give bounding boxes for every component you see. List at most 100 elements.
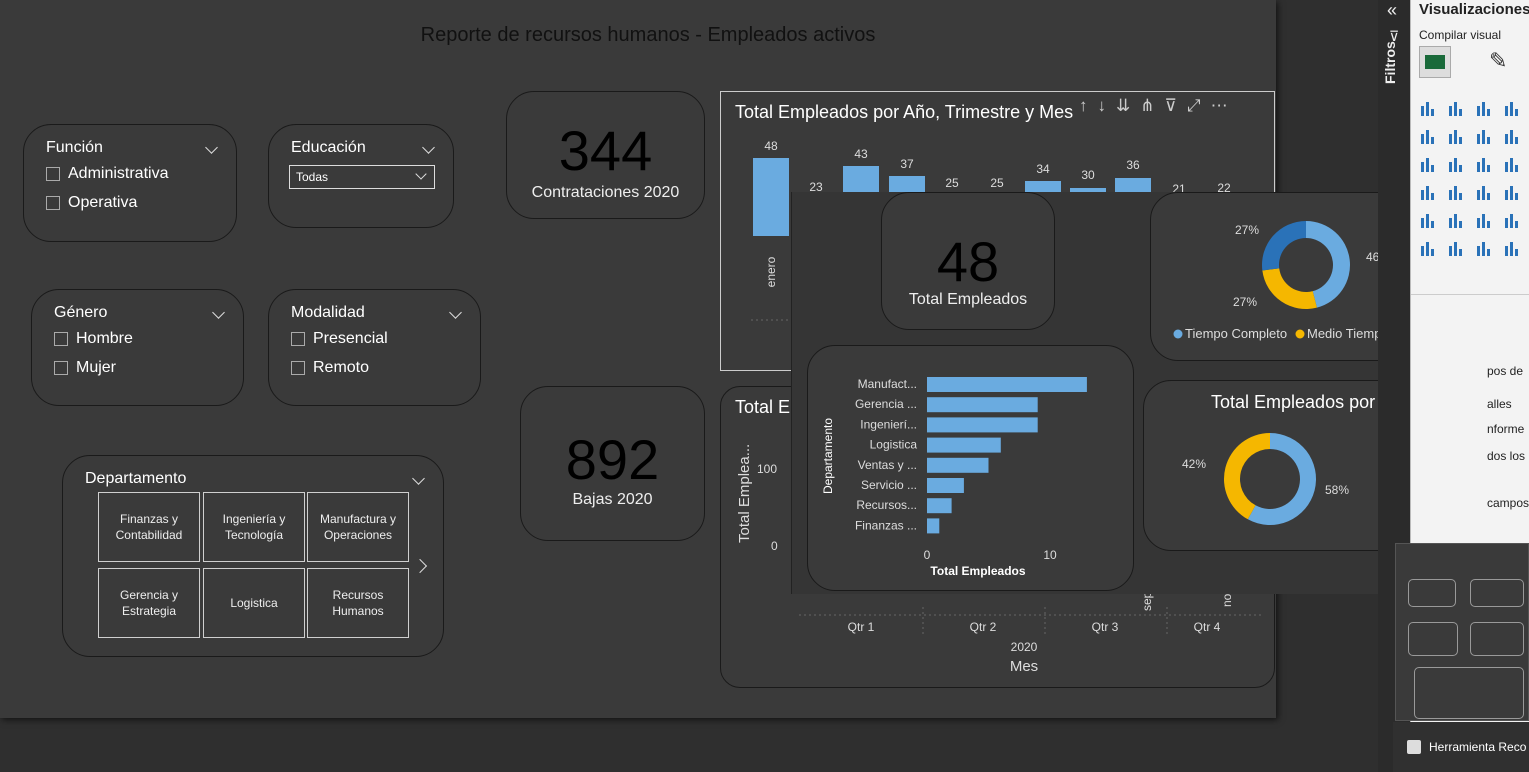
visual-type-grid	[1419, 100, 1529, 290]
chevron-down-icon[interactable]	[449, 306, 462, 319]
genero-slicer[interactable]: Género Hombre Mujer	[31, 289, 244, 406]
legend-label: Medio Tiempo	[1307, 326, 1389, 341]
legend-label: Tiempo Completo	[1185, 326, 1287, 341]
filters-label[interactable]: Filtros	[1382, 41, 1398, 84]
kpi-bajas: 892 Bajas 2020	[520, 386, 705, 541]
axis-label: Total Empleados	[930, 564, 1025, 578]
snipping-tool-icon	[1407, 740, 1421, 754]
treemap-icon[interactable]	[1475, 184, 1493, 202]
ribbon-chart-icon[interactable]	[1503, 128, 1521, 146]
map-icon[interactable]	[1503, 184, 1521, 202]
bar	[927, 437, 1001, 453]
bar	[927, 417, 1038, 433]
table-icon[interactable]	[1503, 212, 1521, 230]
chevron-down-icon[interactable]	[412, 472, 425, 485]
chevron-right-icon[interactable]	[412, 558, 428, 574]
donut-icon[interactable]	[1447, 184, 1465, 202]
tick-label: 2020	[1011, 640, 1038, 654]
bar	[753, 158, 789, 236]
slice	[1224, 433, 1270, 520]
dept-tile[interactable]: Ingeniería y Tecnología	[203, 492, 305, 562]
category-label: Servicio ...	[861, 478, 917, 492]
dept-tile[interactable]: Manufactura y Operaciones	[307, 492, 409, 562]
build-visual-label: Compilar visual	[1419, 28, 1502, 42]
legend-marker	[1295, 329, 1305, 339]
tick-label: 10	[1043, 548, 1057, 562]
dept-tile[interactable]: Gerencia y Estrategia	[98, 568, 200, 638]
category-label: Ingenierí...	[860, 417, 917, 431]
dept-tile[interactable]: Finanzas y Contabilidad	[98, 492, 200, 562]
kpi-icon[interactable]	[1475, 212, 1493, 230]
waterfall-icon[interactable]	[1447, 156, 1465, 174]
gauge-icon[interactable]	[1419, 212, 1437, 230]
educacion-dropdown[interactable]: Todas	[289, 165, 435, 189]
tick-label: Qtr 3	[1092, 620, 1119, 634]
build-visual-icon[interactable]	[1419, 46, 1451, 78]
format-visual-icon[interactable]: ✎	[1489, 48, 1507, 74]
checkbox[interactable]	[54, 332, 68, 346]
chevron-down-icon[interactable]	[422, 141, 435, 154]
data-label: 30	[1081, 168, 1095, 182]
checkbox[interactable]	[291, 361, 305, 375]
kpi-contrataciones: 344 Contrataciones 2020	[506, 91, 705, 219]
scatter-icon[interactable]	[1503, 156, 1521, 174]
chevron-down-icon	[415, 168, 427, 180]
tick-label: Qtr 4	[1194, 620, 1221, 634]
checkbox[interactable]	[46, 196, 60, 210]
area-chart-icon[interactable]	[1447, 128, 1465, 146]
kpi-label: Total Empleados	[908, 291, 1028, 308]
card-icon[interactable]	[1447, 212, 1465, 230]
data-label: 42%	[1182, 457, 1206, 471]
slicer-option[interactable]: Remoto	[291, 359, 369, 377]
legend-marker	[1173, 329, 1183, 339]
pane-text: campos	[1487, 496, 1529, 510]
taskbar-snipping-tool[interactable]: Herramienta Reco	[1393, 722, 1529, 772]
data-label: 58%	[1325, 483, 1349, 497]
data-label: 25	[945, 176, 959, 190]
slicer-option[interactable]: Operativa	[46, 194, 137, 212]
stacked-column-icon[interactable]	[1447, 100, 1465, 118]
slicer-option[interactable]: Mujer	[54, 359, 116, 377]
modalidad-slicer[interactable]: Modalidad Presencial Remoto	[268, 289, 481, 406]
clustered-bar-icon[interactable]	[1475, 100, 1493, 118]
chevron-down-icon[interactable]	[205, 141, 218, 154]
slicer-option[interactable]: Administrativa	[46, 165, 168, 183]
bar	[927, 377, 1087, 392]
collapse-icon[interactable]: «	[1387, 0, 1397, 21]
line-column-icon[interactable]	[1419, 156, 1437, 174]
pie-icon[interactable]	[1419, 184, 1437, 202]
dept-tile[interactable]: Logistica	[203, 568, 305, 638]
slicer-icon[interactable]	[1447, 240, 1465, 258]
checkbox[interactable]	[54, 361, 68, 375]
bar	[927, 397, 1038, 413]
matrix-icon[interactable]	[1419, 240, 1437, 258]
more-visuals-icon[interactable]	[1503, 240, 1521, 258]
qa-icon[interactable]	[1475, 240, 1493, 258]
checkbox[interactable]	[46, 167, 60, 181]
page-thumbnail[interactable]	[1395, 543, 1529, 721]
departamento-slicer[interactable]: Departamento Finanzas y Contabilidad Ing…	[62, 455, 444, 657]
slicer-option[interactable]: Presencial	[291, 330, 388, 348]
slicer-title: Género	[54, 304, 108, 321]
chevron-down-icon[interactable]	[212, 306, 225, 319]
stacked-bar-icon[interactable]	[1419, 100, 1437, 118]
dept-bar-card[interactable]: Manufact... Gerencia ... Ingenierí... Logis…	[807, 345, 1134, 591]
pane-text: pos de	[1487, 364, 1524, 378]
kpi-label: Bajas 2020	[572, 491, 653, 508]
clustered-column-icon[interactable]	[1503, 100, 1521, 118]
category-label: Ventas y ...	[858, 458, 917, 472]
checkbox[interactable]	[291, 332, 305, 346]
line-chart-icon[interactable]	[1419, 128, 1437, 146]
slicer-option[interactable]: Hombre	[54, 330, 133, 348]
category-label: Recursos...	[856, 498, 917, 512]
tick-label: Qtr 1	[848, 620, 875, 634]
stacked-area-icon[interactable]	[1475, 128, 1493, 146]
funnel-icon[interactable]	[1475, 156, 1493, 174]
educacion-slicer[interactable]: Educación Todas	[268, 124, 454, 228]
funcion-slicer[interactable]: Función Administrativa Operativa	[23, 124, 237, 242]
tick-label: 0	[771, 539, 778, 553]
dept-tile[interactable]: Recursos Humanos	[307, 568, 409, 638]
data-label: 25	[990, 176, 1004, 190]
axis-label: Departamento	[821, 418, 835, 494]
kpi-value: 344	[558, 119, 653, 182]
